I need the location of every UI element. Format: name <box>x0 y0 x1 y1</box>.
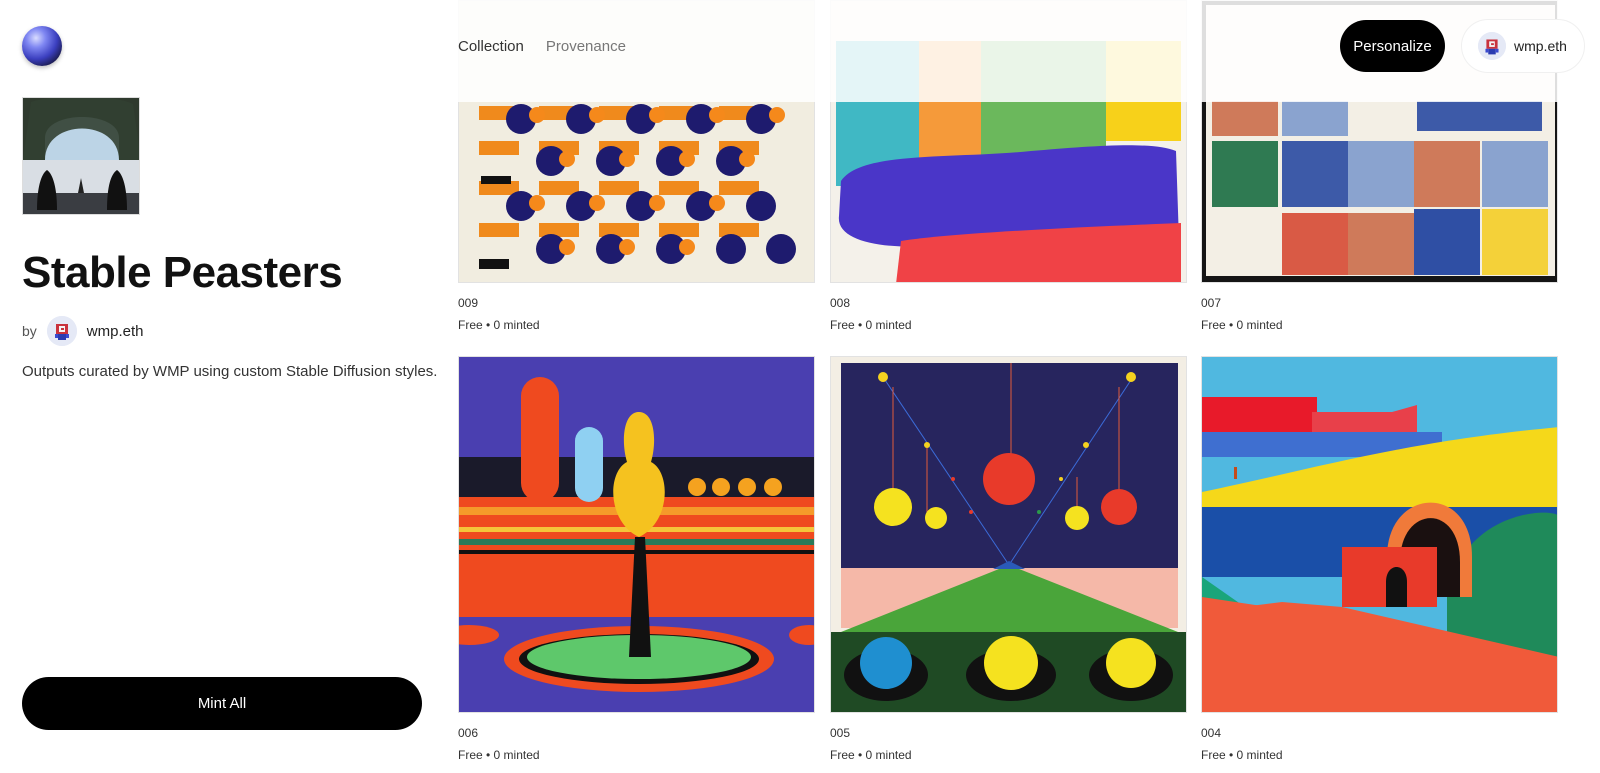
account-avatar <box>1478 32 1506 60</box>
collection-title: Stable Peasters <box>22 248 343 297</box>
creator-avatar[interactable] <box>46 316 77 346</box>
card-number: 008 <box>830 296 851 310</box>
card-number: 007 <box>1201 296 1222 310</box>
personalize-button[interactable]: Personalize <box>1340 20 1445 72</box>
by-label: by <box>22 323 37 339</box>
card-number: 009 <box>458 296 479 310</box>
collection-cover-image <box>22 97 140 215</box>
card-meta: Free • 0 minted <box>458 318 540 332</box>
nav-provenance[interactable]: Provenance <box>546 38 626 55</box>
creator-name[interactable]: wmp.eth <box>87 323 144 340</box>
card-meta: Free • 0 minted <box>1201 748 1283 762</box>
card-meta: Free • 0 minted <box>458 748 540 762</box>
card-number: 005 <box>830 726 851 740</box>
card-number: 006 <box>458 726 479 740</box>
main-nav: Collection Provenance <box>458 38 626 55</box>
account-button[interactable]: wmp.eth <box>1462 20 1584 72</box>
artwork-image[interactable] <box>1201 356 1558 713</box>
mint-all-button[interactable]: Mint All <box>22 677 422 730</box>
logo-orb-icon[interactable] <box>22 26 62 66</box>
card-meta: Free • 0 minted <box>830 318 912 332</box>
creator-byline: by wmp.eth <box>22 316 144 346</box>
collection-description: Outputs curated by WMP using custom Stab… <box>22 363 438 380</box>
nav-collection[interactable]: Collection <box>458 38 524 55</box>
account-name: wmp.eth <box>1514 38 1567 54</box>
artwork-image[interactable] <box>830 356 1187 713</box>
card-meta: Free • 0 minted <box>1201 318 1283 332</box>
artwork-image[interactable] <box>458 356 815 713</box>
card-meta: Free • 0 minted <box>830 748 912 762</box>
collection-sidebar: Stable Peasters by wmp.eth Outputs curat… <box>0 0 440 773</box>
card-number: 004 <box>1201 726 1222 740</box>
top-header: Collection Provenance Personalize wmp.et… <box>458 0 1600 102</box>
